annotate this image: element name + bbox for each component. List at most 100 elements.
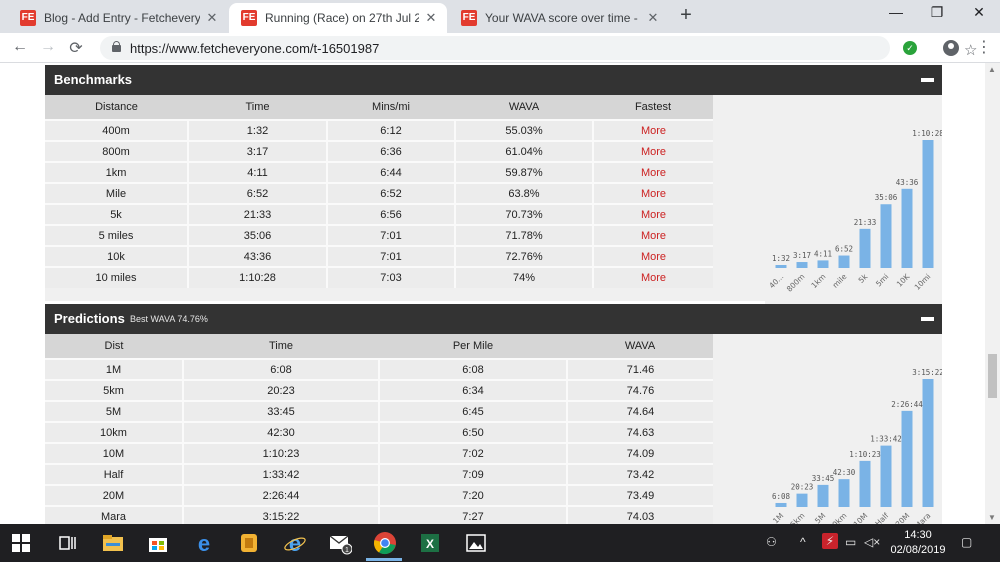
store-icon[interactable] xyxy=(146,531,170,555)
chart-bar xyxy=(922,140,934,268)
benchmarks-table: Distance Time Mins/mi WAVA Fastest 400m 1… xyxy=(45,95,713,288)
account-avatar-icon[interactable] xyxy=(943,40,959,56)
more-link[interactable]: More xyxy=(593,140,713,162)
table-cell: 59.87% xyxy=(455,161,594,183)
antivirus-icon[interactable]: ⚡ xyxy=(822,533,838,549)
tab-title: Running (Race) on 27th Jul 2019 xyxy=(265,11,419,25)
x-tick-label: 800m xyxy=(785,272,807,294)
best-wava-label: Best WAVA 74.76% xyxy=(130,314,208,324)
table-cell: 55.03% xyxy=(455,119,594,141)
tab-wava-score[interactable]: FE Your WAVA score over time - Fetc ✕ xyxy=(449,3,669,33)
table-cell: 74.64 xyxy=(567,400,713,422)
predictions-table: Dist Time Per Mile WAVA 1M 6:08 6:08 71.46 5… xyxy=(45,334,713,524)
reload-icon[interactable]: ⟳ xyxy=(66,38,86,58)
back-arrow-icon[interactable]: ← xyxy=(10,38,30,56)
more-link[interactable]: More xyxy=(593,266,713,288)
minimize-button[interactable]: — xyxy=(886,4,906,20)
tab-running-race[interactable]: FE Running (Race) on 27th Jul 2019 ✕ xyxy=(229,3,447,33)
column-header: Dist xyxy=(45,334,183,359)
address-bar[interactable]: https://www.fetcheveryone.com/t-16501987… xyxy=(100,36,977,60)
page-scrollbar[interactable]: ▲ ▼ xyxy=(985,63,1000,524)
column-header: Time xyxy=(188,95,327,120)
table-row: 5M 33:45 6:45 74.64 xyxy=(45,400,713,422)
volume-muted-icon[interactable]: ◁× xyxy=(864,535,880,549)
scroll-down-arrow-icon[interactable]: ▼ xyxy=(988,513,996,522)
fetch-favicon-icon: FE xyxy=(461,10,477,26)
more-link[interactable]: More xyxy=(593,182,713,204)
internet-explorer-icon[interactable]: e xyxy=(283,531,307,555)
table-cell: 71.46 xyxy=(567,358,713,380)
bar-value-label: 4:11 xyxy=(814,249,832,258)
table-row: 5km 20:23 6:34 74.76 xyxy=(45,379,713,401)
table-cell: 3:17 xyxy=(188,140,328,162)
collapse-minus-icon[interactable] xyxy=(921,78,934,82)
task-view-icon[interactable] xyxy=(56,531,80,555)
tab-blog-add-entry[interactable]: FE Blog - Add Entry - Fetcheveryone ✕ xyxy=(8,3,228,33)
chrome-icon[interactable] xyxy=(373,531,397,555)
bar-value-label: 6:52 xyxy=(835,245,853,254)
action-center-icon[interactable]: ▢ xyxy=(961,535,972,549)
table-cell: 74% xyxy=(455,266,594,288)
table-cell: 70.73% xyxy=(455,203,594,225)
table-row: 10 miles 1:10:28 7:03 74% More xyxy=(45,266,713,288)
windows-start-icon[interactable] xyxy=(12,534,30,552)
table-row: 10k 43:36 7:01 72.76% More xyxy=(45,245,713,267)
more-link[interactable]: More xyxy=(593,224,713,246)
extension-icon[interactable]: ✓ xyxy=(903,41,917,55)
table-cell: Mara xyxy=(45,505,184,524)
collapse-minus-icon[interactable] xyxy=(921,317,934,321)
photos-icon[interactable] xyxy=(464,531,488,555)
close-window-button[interactable]: ✕ xyxy=(969,4,989,21)
table-cell: 74.76 xyxy=(567,379,713,401)
table-cell: 63.8% xyxy=(455,182,594,204)
system-clock[interactable]: 14:30 02/08/2019 xyxy=(886,528,950,558)
chart-bar xyxy=(901,188,913,268)
table-cell: 7:01 xyxy=(327,245,456,267)
new-tab-button[interactable]: + xyxy=(676,4,696,27)
clock-date: 02/08/2019 xyxy=(890,544,946,556)
table-cell: 73.42 xyxy=(567,463,713,485)
bar-value-label: 21:33 xyxy=(854,218,877,227)
file-explorer-icon[interactable] xyxy=(101,531,125,555)
menu-kebab-icon[interactable]: ⋮ xyxy=(976,37,992,57)
scroll-up-arrow-icon[interactable]: ▲ xyxy=(988,65,996,74)
table-cell: 10k xyxy=(45,245,189,267)
more-link[interactable]: More xyxy=(593,245,713,267)
show-hidden-icons-chevron-up-icon[interactable]: ^ xyxy=(800,535,806,549)
table-cell: 6:44 xyxy=(327,161,456,183)
table-cell: 6:50 xyxy=(379,421,568,443)
people-icon[interactable]: ⚇ xyxy=(766,535,777,549)
predictions-bar-chart: 6:08 1M 20:23 5km 33:45 5M 42:30 10km 1:10:23 10M… xyxy=(765,334,942,524)
close-tab-icon[interactable]: ✕ xyxy=(645,10,661,26)
benchmarks-title: Benchmarks xyxy=(54,72,133,87)
more-link[interactable]: More xyxy=(593,161,713,183)
url-text[interactable]: https://www.fetcheveryone.com/t-16501987 xyxy=(130,41,379,56)
more-link[interactable]: More xyxy=(593,119,713,141)
fetch-favicon-icon: FE xyxy=(20,10,36,26)
table-cell: 73.49 xyxy=(567,484,713,506)
app-yellow-icon[interactable] xyxy=(237,531,261,555)
x-tick-label: 1km xyxy=(809,272,827,290)
table-header-row: Dist Time Per Mile WAVA xyxy=(45,334,713,359)
table-cell: 35:06 xyxy=(188,224,328,246)
table-cell: 6:56 xyxy=(327,203,456,225)
scrollbar-thumb[interactable] xyxy=(988,354,997,398)
edge-browser-icon[interactable]: e xyxy=(192,531,216,555)
maximize-button[interactable]: ❐ xyxy=(927,4,947,21)
fetch-favicon-icon: FE xyxy=(241,10,257,26)
page-content: Benchmarks Distance Time Mins/mi WAVA Fa… xyxy=(0,63,1000,524)
forward-arrow-icon[interactable]: → xyxy=(38,38,58,56)
predictions-header: Predictions Best WAVA 74.76% xyxy=(45,304,942,334)
bar-value-label: 35:06 xyxy=(875,193,898,202)
mail-icon[interactable]: 1 xyxy=(328,531,352,555)
benchmarks-bar-chart: 1:32 40... 3:17 800m 4:11 1km 6:52 mile 21:33 5k 3… xyxy=(765,95,942,305)
battery-icon[interactable]: ▭ xyxy=(845,535,856,549)
table-cell: 74.63 xyxy=(567,421,713,443)
chart-bar xyxy=(838,479,850,507)
excel-icon[interactable]: X xyxy=(418,531,442,555)
close-tab-icon[interactable]: ✕ xyxy=(204,10,220,26)
close-tab-icon[interactable]: ✕ xyxy=(423,10,439,26)
table-cell: 61.04% xyxy=(455,140,594,162)
more-link[interactable]: More xyxy=(593,203,713,225)
table-cell: 43:36 xyxy=(188,245,328,267)
